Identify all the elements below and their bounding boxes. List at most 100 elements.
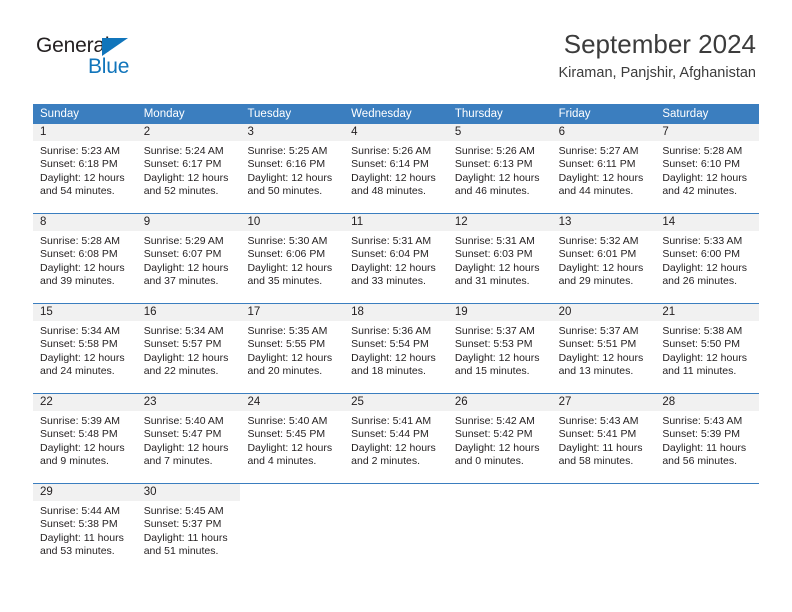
day-number-band <box>344 484 448 501</box>
sunrise-text: Sunrise: 5:45 AM <box>143 505 224 517</box>
calendar-week-row: 8 Sunrise: 5:28 AM Sunset: 6:08 PM Daylight… <box>33 213 760 298</box>
sunset-text: Sunset: 5:53 PM <box>454 338 533 351</box>
daylight-text-line1: Daylight: 12 hours <box>558 261 644 274</box>
sunset-text: Sunset: 5:47 PM <box>143 428 222 441</box>
calendar-day-cell[interactable]: 11 Sunrise: 5:31 AM Sunset: 6:04 PM Dayligh… <box>344 214 448 298</box>
daylight-text-line1: Daylight: 12 hours <box>40 261 125 274</box>
day-details: Sunrise: 5:34 AM Sunset: 5:57 PM Daylight:… <box>137 321 241 379</box>
calendar-day-cell[interactable]: 1 Sunrise: 5:23 AM Sunset: 6:18 PM Daylight… <box>33 124 137 208</box>
daylight-text-line2: and 15 minutes. <box>454 365 530 378</box>
daylight-text-line1: Daylight: 11 hours <box>662 441 747 454</box>
day-details: Sunrise: 5:42 AM Sunset: 5:42 PM Daylight:… <box>448 411 552 469</box>
day-number: 2 <box>143 126 151 138</box>
generalblue-logo[interactable]: General Blue <box>36 34 216 86</box>
day-details <box>240 501 344 505</box>
sunset-text: Sunset: 6:11 PM <box>558 158 636 171</box>
daylight-text-line1: Daylight: 12 hours <box>247 261 333 274</box>
day-number-band: 25 <box>344 394 448 411</box>
calendar-day-cell[interactable]: 14 Sunrise: 5:33 AM Sunset: 6:00 PM Dayligh… <box>655 214 760 298</box>
day-number: 20 <box>558 306 572 318</box>
day-details <box>552 501 656 505</box>
day-number-band: 9 <box>136 214 241 231</box>
calendar-day-cell[interactable]: 6 Sunrise: 5:27 AM Sunset: 6:11 PM Daylight… <box>551 124 656 208</box>
sunrise-text: Sunrise: 5:28 AM <box>40 235 120 247</box>
sunrise-text: Sunrise: 5:34 AM <box>143 325 224 337</box>
calendar-day-cell[interactable]: 4 Sunrise: 5:26 AM Sunset: 6:14 PM Daylight… <box>344 124 448 208</box>
calendar-day-cell[interactable]: 23 Sunrise: 5:40 AM Sunset: 5:47 PM Dayligh… <box>136 394 241 478</box>
daylight-text-line1: Daylight: 12 hours <box>454 441 540 454</box>
day-number: 24 <box>247 396 261 408</box>
calendar-day-cell[interactable]: 22 Sunrise: 5:39 AM Sunset: 5:48 PM Dayligh… <box>33 394 137 478</box>
weekday-header-monday: Monday <box>143 108 185 120</box>
calendar-day-cell[interactable]: 29 Sunrise: 5:44 AM Sunset: 5:38 PM Dayligh… <box>33 484 137 568</box>
sunrise-text: Sunrise: 5:35 AM <box>247 325 328 337</box>
daylight-text-line2: and 53 minutes. <box>40 545 115 558</box>
daylight-text-line2: and 11 minutes. <box>662 365 737 378</box>
daylight-text-line2: and 26 minutes. <box>662 275 738 288</box>
calendar-day-cell[interactable]: 30 Sunrise: 5:45 AM Sunset: 5:37 PM Dayligh… <box>136 484 241 568</box>
calendar-day-cell[interactable]: 5 Sunrise: 5:26 AM Sunset: 6:13 PM Daylight… <box>447 124 552 208</box>
calendar-day-cell[interactable]: 7 Sunrise: 5:28 AM Sunset: 6:10 PM Daylight… <box>655 124 760 208</box>
daylight-text-line1: Daylight: 12 hours <box>143 351 229 364</box>
day-number: 21 <box>662 306 676 318</box>
day-number: 8 <box>40 216 47 228</box>
daylight-text-line1: Daylight: 12 hours <box>454 171 540 184</box>
calendar-empty-cell <box>655 484 760 568</box>
calendar-day-cell[interactable]: 8 Sunrise: 5:28 AM Sunset: 6:08 PM Daylight… <box>33 214 137 298</box>
daylight-text-line2: and 42 minutes. <box>662 185 738 198</box>
day-number-band: 29 <box>33 484 137 501</box>
sunset-text: Sunset: 6:10 PM <box>662 158 740 171</box>
calendar-day-cell[interactable]: 20 Sunrise: 5:37 AM Sunset: 5:51 PM Dayligh… <box>551 304 656 388</box>
calendar-day-cell[interactable]: 26 Sunrise: 5:42 AM Sunset: 5:42 PM Dayligh… <box>447 394 552 478</box>
daylight-text-line1: Daylight: 11 hours <box>143 531 228 544</box>
calendar-day-cell[interactable]: 24 Sunrise: 5:40 AM Sunset: 5:45 PM Dayligh… <box>240 394 345 478</box>
calendar-day-cell[interactable]: 25 Sunrise: 5:41 AM Sunset: 5:44 PM Dayligh… <box>344 394 448 478</box>
day-number: 7 <box>662 126 669 138</box>
sunrise-text: Sunrise: 5:29 AM <box>143 235 224 247</box>
calendar-day-cell[interactable]: 28 Sunrise: 5:43 AM Sunset: 5:39 PM Dayligh… <box>655 394 760 478</box>
day-number-band: 23 <box>136 394 241 411</box>
calendar-week-row: 22 Sunrise: 5:39 AM Sunset: 5:48 PM Dayligh… <box>33 393 760 478</box>
sunrise-text: Sunrise: 5:31 AM <box>351 235 432 247</box>
sunset-text: Sunset: 5:41 PM <box>558 428 637 441</box>
daylight-text-line1: Daylight: 12 hours <box>143 441 229 454</box>
day-details: Sunrise: 5:23 AM Sunset: 6:18 PM Daylight:… <box>33 141 137 199</box>
sunrise-text: Sunrise: 5:32 AM <box>558 235 639 247</box>
sunset-text: Sunset: 5:54 PM <box>351 338 429 351</box>
day-details: Sunrise: 5:33 AM Sunset: 6:00 PM Daylight:… <box>655 231 759 289</box>
daylight-text-line1: Daylight: 11 hours <box>558 441 643 454</box>
sunrise-text: Sunrise: 5:33 AM <box>662 235 743 247</box>
day-details: Sunrise: 5:31 AM Sunset: 6:03 PM Daylight:… <box>448 231 552 289</box>
calendar-day-cell[interactable]: 18 Sunrise: 5:36 AM Sunset: 5:54 PM Dayligh… <box>344 304 448 388</box>
calendar-day-cell[interactable]: 19 Sunrise: 5:37 AM Sunset: 5:53 PM Dayligh… <box>447 304 552 388</box>
day-number-band: 20 <box>551 304 656 321</box>
daylight-text-line1: Daylight: 12 hours <box>40 441 125 454</box>
day-number-band: 15 <box>33 304 137 321</box>
day-details: Sunrise: 5:41 AM Sunset: 5:44 PM Daylight:… <box>344 411 448 469</box>
day-number-band: 5 <box>447 124 552 141</box>
daylight-text-line1: Daylight: 12 hours <box>40 171 125 184</box>
day-number-band: 17 <box>240 304 345 321</box>
day-details: Sunrise: 5:32 AM Sunset: 6:01 PM Daylight:… <box>552 231 656 289</box>
calendar-weeks: 1 Sunrise: 5:23 AM Sunset: 6:18 PM Daylight… <box>33 124 760 568</box>
calendar-day-cell[interactable]: 3 Sunrise: 5:25 AM Sunset: 6:16 PM Daylight… <box>240 124 345 208</box>
calendar-day-cell[interactable]: 21 Sunrise: 5:38 AM Sunset: 5:50 PM Dayligh… <box>655 304 760 388</box>
calendar-day-cell[interactable]: 12 Sunrise: 5:31 AM Sunset: 6:03 PM Dayligh… <box>447 214 552 298</box>
calendar-day-cell[interactable]: 17 Sunrise: 5:35 AM Sunset: 5:55 PM Dayligh… <box>240 304 345 388</box>
calendar-day-cell[interactable]: 27 Sunrise: 5:43 AM Sunset: 5:41 PM Dayligh… <box>551 394 656 478</box>
calendar-day-cell[interactable]: 13 Sunrise: 5:32 AM Sunset: 6:01 PM Dayligh… <box>551 214 656 298</box>
day-details: Sunrise: 5:37 AM Sunset: 5:53 PM Daylight:… <box>448 321 552 379</box>
calendar-day-cell[interactable]: 9 Sunrise: 5:29 AM Sunset: 6:07 PM Daylight… <box>136 214 241 298</box>
daylight-text-line1: Daylight: 12 hours <box>662 351 747 364</box>
calendar-day-cell[interactable]: 16 Sunrise: 5:34 AM Sunset: 5:57 PM Dayligh… <box>136 304 241 388</box>
calendar-day-cell[interactable]: 10 Sunrise: 5:30 AM Sunset: 6:06 PM Dayligh… <box>240 214 345 298</box>
day-details <box>448 501 552 505</box>
calendar-day-cell[interactable]: 2 Sunrise: 5:24 AM Sunset: 6:17 PM Daylight… <box>136 124 241 208</box>
weekday-header-tuesday: Tuesday <box>247 108 292 120</box>
sunrise-text: Sunrise: 5:43 AM <box>662 415 743 427</box>
sunrise-text: Sunrise: 5:38 AM <box>662 325 743 337</box>
calendar-day-cell[interactable]: 15 Sunrise: 5:34 AM Sunset: 5:58 PM Dayligh… <box>33 304 137 388</box>
day-number: 3 <box>247 126 254 138</box>
daylight-text-line2: and 37 minutes. <box>143 275 219 288</box>
day-number: 1 <box>40 126 47 138</box>
